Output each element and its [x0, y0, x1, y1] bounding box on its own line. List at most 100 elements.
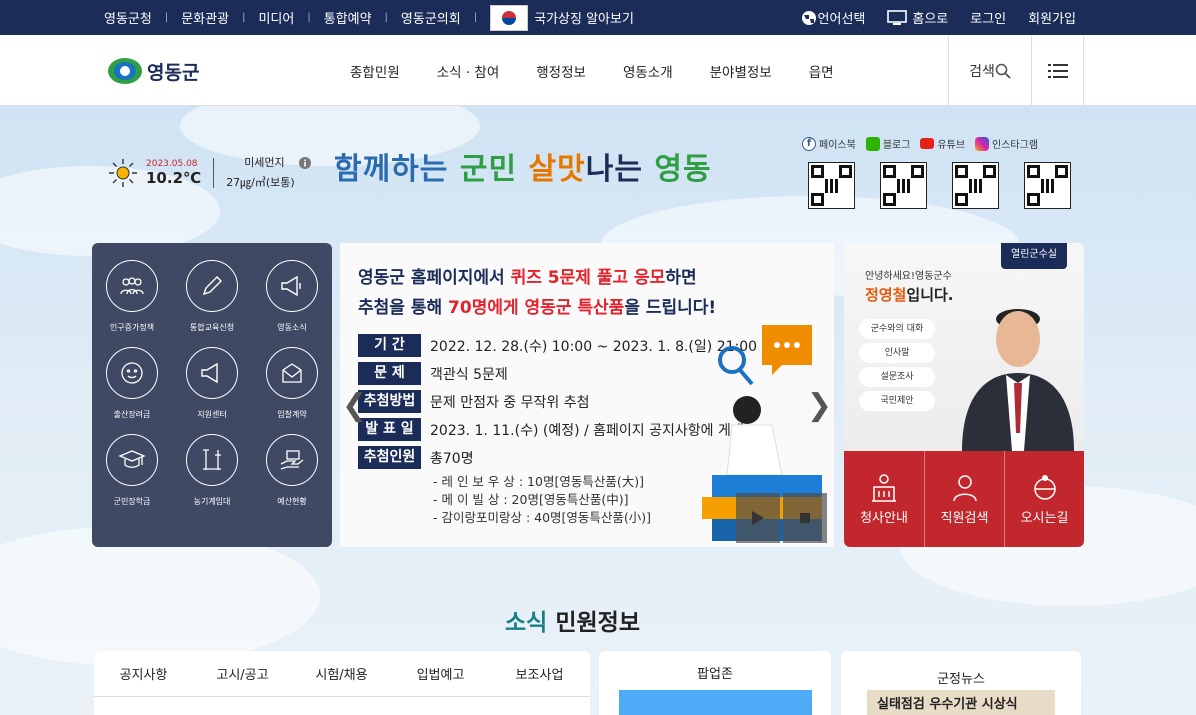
- top-links: 영동군청 | 문화관광 | 미디어 | 통합예약 | 영동군의회 | 국가상징 알아보기: [104, 0, 634, 35]
- signup-label: 회원가입: [1028, 12, 1076, 27]
- governor-links: 청사안내 직원검색 오시는길: [844, 451, 1084, 547]
- tab-legislation[interactable]: 입법예고: [391, 664, 490, 683]
- slogan: 함께하는 군민 살맛나는 영동: [334, 144, 712, 188]
- banner-row: 추첨인원 총70명: [358, 446, 474, 469]
- nav-item-civil[interactable]: 종합민원: [350, 61, 400, 81]
- popup-image[interactable]: [619, 690, 812, 715]
- dust-value: 27㎍/㎥(보통): [226, 176, 295, 189]
- notice-tabs: 공지사항 고시/공고 시험/채용 입법예고 보조사업: [94, 651, 590, 697]
- row-value: 2023. 1. 11.(수) (예정) / 홈페이지 공지사항에 게재: [430, 422, 744, 439]
- info-icon[interactable]: [298, 157, 311, 169]
- tools-icon: [186, 434, 238, 486]
- governor-name: 정영철: [865, 286, 907, 304]
- facebook-label: 페이스북: [819, 140, 856, 151]
- nav-item-town[interactable]: 읍면: [809, 61, 834, 81]
- main-header: 영동군 종합민원 소식 · 참여 행정정보 영동소개 분야별정보 읍면 검색: [0, 35, 1196, 106]
- instagram-link[interactable]: 인스타그램: [975, 136, 1038, 151]
- all-menu-button[interactable]: [1032, 35, 1084, 106]
- governor-name-line: 정영철입니다.: [865, 284, 954, 305]
- staff-search-label: 직원검색: [940, 511, 989, 526]
- nav-item-admin[interactable]: 행정정보: [536, 61, 586, 81]
- next-slide-arrow[interactable]: ❯: [807, 388, 832, 423]
- divider: [213, 158, 215, 188]
- staff-search-link[interactable]: 직원검색: [924, 451, 1004, 547]
- instagram-qr-code: [1024, 162, 1071, 209]
- top-link-2[interactable]: 문화관광: [181, 8, 229, 27]
- nav-item-field[interactable]: 분야별정보: [710, 61, 772, 81]
- fine-dust-block: 미세먼지 27㎍/㎥(보통): [226, 153, 311, 193]
- stop-button[interactable]: [783, 493, 827, 543]
- quick-item-machinery[interactable]: 농기계임대: [172, 434, 252, 507]
- office-guide-link[interactable]: 청사안내: [844, 451, 924, 547]
- quick-item-population[interactable]: 인구증가정책: [92, 260, 172, 333]
- directions-link[interactable]: 오시는길: [1004, 451, 1084, 547]
- directions-label: 오시는길: [1020, 511, 1069, 526]
- row-label: 발 표 일: [358, 418, 421, 441]
- banner-row: 문 제 객관식 5문제: [358, 362, 508, 385]
- top-link-4[interactable]: 통합예약: [324, 8, 372, 27]
- quick-item-education[interactable]: 통합교육신청: [172, 260, 252, 333]
- notice-board: 공지사항 고시/공고 시험/채용 입법예고 보조사업: [94, 651, 590, 715]
- quick-item-label: 예산현황: [277, 497, 307, 506]
- person-icon: [952, 475, 977, 502]
- main-visual: 2023.05.08 10.2℃ 미세먼지 27㎍/㎥(보통) 함께하는 군민 …: [0, 106, 1196, 715]
- quick-item-contract[interactable]: 입찰계약: [252, 347, 332, 420]
- facebook-link[interactable]: f 페이스북: [802, 136, 856, 151]
- slogan-word-5: 영동: [654, 152, 712, 187]
- tab-notice[interactable]: 공지사항: [94, 664, 193, 683]
- people-icon: [106, 260, 158, 312]
- site-logo[interactable]: 영동군: [107, 57, 199, 85]
- quick-item-birth[interactable]: 출산장려금: [92, 347, 172, 420]
- prize-line: - 레 인 보 우 상 : 10명[영동특산품(大)]: [433, 474, 644, 489]
- survey-button[interactable]: 설문조사: [859, 367, 935, 387]
- nav-item-news[interactable]: 소식 · 참여: [437, 61, 500, 81]
- national-symbol-link[interactable]: 국가상징 알아보기: [534, 8, 634, 27]
- signup-link[interactable]: 회원가입: [1028, 8, 1076, 27]
- nav-item-intro[interactable]: 영동소개: [623, 61, 673, 81]
- talk-with-governor-button[interactable]: 군수와의 대화: [859, 319, 935, 339]
- quick-item-budget[interactable]: 예산현황: [252, 434, 332, 507]
- sep: |: [307, 12, 311, 23]
- quick-item-news[interactable]: 영동소식: [252, 260, 332, 333]
- globe-pin-icon: [1033, 475, 1056, 500]
- quick-item-scholarship[interactable]: 군민장학금: [92, 434, 172, 507]
- prev-slide-arrow[interactable]: ❮: [342, 388, 367, 423]
- top-right-links: 언어선택 홈으로 로그인 회원가입: [801, 0, 1076, 35]
- tab-announcement[interactable]: 고시/공고: [193, 664, 292, 683]
- login-link[interactable]: 로그인: [970, 8, 1006, 27]
- weather-widget: 2023.05.08 10.2℃ 미세먼지 27㎍/㎥(보통): [108, 153, 311, 193]
- banner-highlight: 퀴즈 5문제 풀고 응모: [510, 268, 666, 288]
- language-label: 언어선택: [817, 12, 866, 27]
- row-label: 문 제: [358, 362, 421, 385]
- sep: |: [164, 12, 169, 23]
- search-button[interactable]: 검색: [948, 35, 1032, 106]
- top-link-1[interactable]: 영동군청: [104, 8, 152, 27]
- quick-item-label: 영동소식: [277, 323, 307, 332]
- home-link[interactable]: 홈으로: [887, 8, 948, 27]
- logo-text: 영동군: [147, 61, 200, 84]
- news-title: 군정뉴스: [937, 672, 985, 687]
- cloud-decoration: [0, 526, 320, 666]
- youtube-icon: [920, 138, 935, 149]
- banner-text: 추첨을 통해: [358, 298, 449, 318]
- top-link-5[interactable]: 영동군의회: [401, 8, 461, 27]
- proposal-button[interactable]: 국민제안: [859, 391, 935, 411]
- top-link-3[interactable]: 미디어: [258, 8, 294, 27]
- prize-line: - 메 이 빌 상 : 20명[영동특산품(中)]: [433, 492, 629, 507]
- greeting-button[interactable]: 인사말: [859, 343, 935, 363]
- tab-recruitment[interactable]: 시험/채용: [292, 664, 391, 683]
- quick-item-label: 군민장학금: [113, 497, 151, 506]
- row-value: 총70명: [430, 450, 474, 467]
- governor-photo: [962, 309, 1074, 451]
- tab-subsidy[interactable]: 보조사업: [490, 664, 589, 683]
- blog-link[interactable]: 블로그: [865, 136, 910, 151]
- youtube-link[interactable]: 유튜브: [920, 136, 965, 151]
- quick-item-support[interactable]: 지원센터: [172, 347, 252, 420]
- language-select[interactable]: 언어선택: [801, 8, 866, 27]
- news-image[interactable]: 실태점검 우수기관 시상식: [867, 690, 1055, 715]
- event-banner-slide[interactable]: 영동군 홈페이지에서 퀴즈 5문제 풀고 응모하면 추첨을 통해 70명에게 영…: [340, 243, 834, 547]
- top-utility-bar: 영동군청 | 문화관광 | 미디어 | 통합예약 | 영동군의회 | 국가상징 알아보기 …: [0, 0, 1196, 35]
- popup-zone-title: 팝업존: [697, 667, 733, 682]
- play-icon: [752, 511, 764, 525]
- play-button[interactable]: [736, 493, 780, 543]
